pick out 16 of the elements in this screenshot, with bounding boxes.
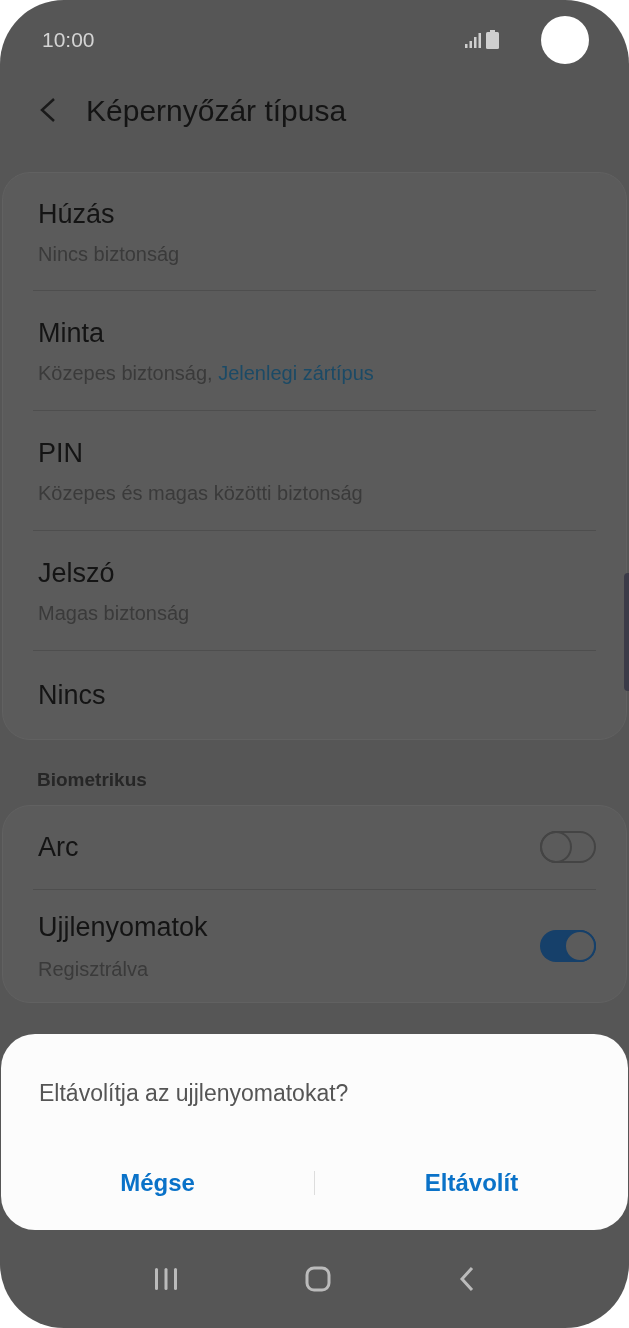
- page-title: Képernyőzár típusa: [86, 92, 347, 129]
- toggle-switch[interactable]: [540, 929, 596, 962]
- lock-type-item[interactable]: Nincs: [33, 651, 596, 739]
- dialog-message: Eltávolítja az ujjlenyomatokat?: [39, 1079, 350, 1108]
- scrollbar[interactable]: [624, 573, 629, 691]
- status-time: 10:00: [42, 27, 95, 54]
- toggle-switch[interactable]: [540, 831, 596, 863]
- battery-icon: [486, 29, 499, 49]
- camera-cutout: [541, 16, 589, 64]
- dialog-button[interactable]: Eltávolít: [315, 1158, 628, 1207]
- back-icon[interactable]: [459, 1266, 476, 1292]
- home-icon[interactable]: [305, 1266, 332, 1292]
- signal-icon: [465, 32, 482, 48]
- recent-apps-icon[interactable]: [153, 1267, 178, 1291]
- dialog-button[interactable]: Mégse: [1, 1158, 314, 1207]
- biometric-item[interactable]: Arc: [33, 805, 596, 890]
